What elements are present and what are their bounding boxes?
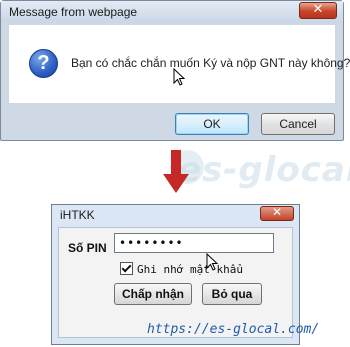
skip-button[interactable]: Bỏ qua xyxy=(202,283,262,305)
arrow-down-icon xyxy=(163,150,189,193)
watermark-text: es-glocal xyxy=(178,150,350,190)
question-icon: ? xyxy=(29,49,58,78)
pin-dialog-titlebar[interactable]: iHTKK ✕ xyxy=(52,205,299,225)
mouse-cursor-icon xyxy=(173,68,185,86)
remember-password-checkbox[interactable]: Ghi nhớ mật khẩu xyxy=(120,262,243,276)
message-dialog-content: ? Bạn có chắc chắn muốn Ký và nộp GNT nà… xyxy=(9,25,350,103)
message-dialog-titlebar[interactable]: Message from webpage ✕ xyxy=(1,1,343,23)
confirmation-message: Bạn có chắc chắn muốn Ký và nộp GNT này … xyxy=(71,56,350,70)
pin-dialog-title: iHTKK xyxy=(60,208,95,222)
message-dialog: Message from webpage ✕ ? Bạn có chắc chắ… xyxy=(0,0,350,141)
close-button[interactable]: ✕ xyxy=(299,2,337,19)
close-icon: ✕ xyxy=(312,2,324,17)
pin-dialog-close-button[interactable]: ✕ xyxy=(260,205,294,221)
message-dialog-title: Message from webpage xyxy=(9,5,138,19)
mouse-cursor-icon xyxy=(206,253,218,271)
footer-url: https://es-glocal.com/ xyxy=(147,322,320,337)
pin-input[interactable]: •••••••• xyxy=(114,233,274,253)
message-dialog-footer: OK Cancel xyxy=(9,103,335,137)
close-icon: ✕ xyxy=(271,205,283,219)
checkbox-checked-icon[interactable] xyxy=(120,262,133,275)
cancel-button[interactable]: Cancel xyxy=(261,113,335,135)
pin-label: Số PIN xyxy=(68,241,107,255)
remember-password-label: Ghi nhớ mật khẩu xyxy=(137,263,243,276)
accept-button[interactable]: Chấp nhận xyxy=(114,283,192,305)
ok-button[interactable]: OK xyxy=(175,113,249,135)
